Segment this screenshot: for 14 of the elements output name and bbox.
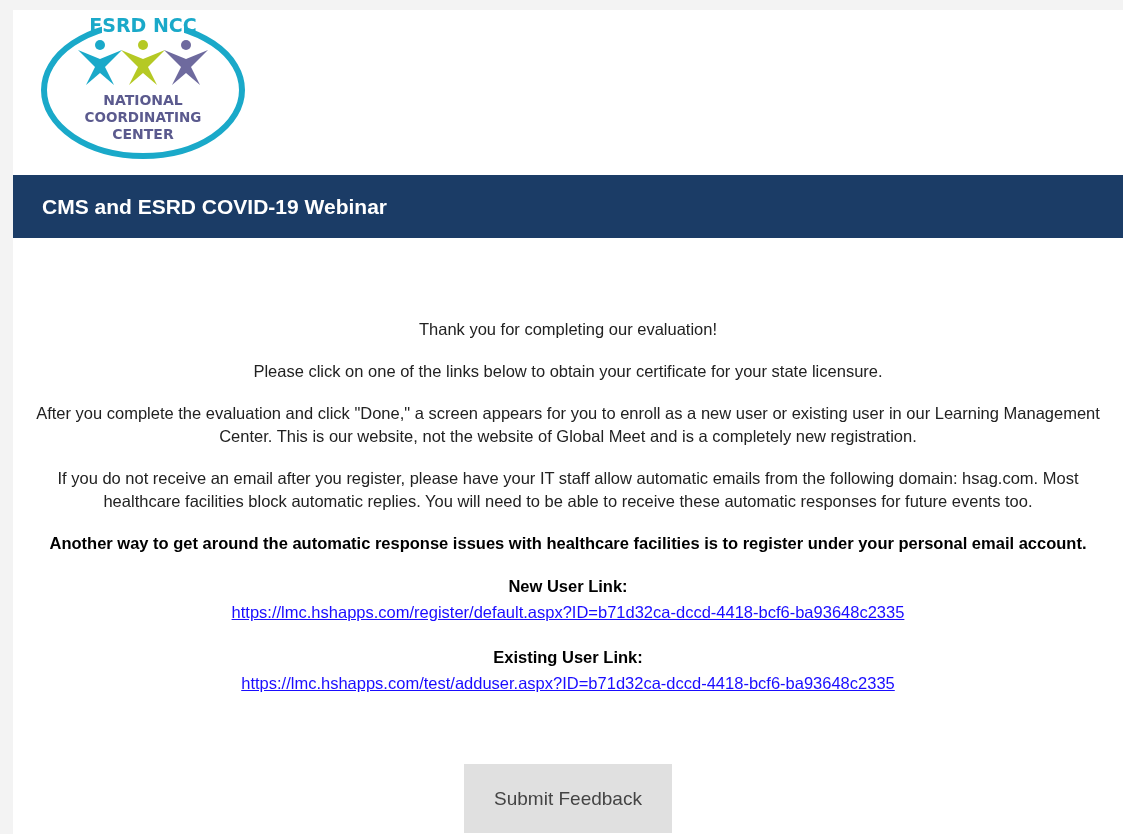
link-label: New User Link: xyxy=(508,576,628,597)
submit-button[interactable]: Submit Feedback xyxy=(464,764,672,833)
paragraph: If you do not receive an email after you register, please have your IT staff allow automatic emails from the following domain: hsag.com. Most healthcare facilities block automatic replies. You will need to be able to receive these automatic responses for future events too. xyxy=(56,468,1080,512)
link[interactable]: https://lmc.hshapps.com/register/default.aspx?ID=b71d32ca-dccd-4418-bcf6-ba93648c2335 xyxy=(231,598,905,626)
paragraph: Another way to get around the automatic response issues with healthcare facilities is to register under your personal email account. xyxy=(49,533,1087,554)
paragraph: Thank you for completing our evaluation! xyxy=(418,319,718,340)
page-title: CMS and ESRD COVID-19 Webinar xyxy=(42,194,387,219)
link[interactable]: https://lmc.hshapps.com/test/adduser.aspx?ID=b71d32ca-dccd-4418-bcf6-ba93648c2335 xyxy=(241,669,895,697)
logo-text: CENTER xyxy=(112,126,174,142)
link-label: Existing User Link: xyxy=(493,647,643,668)
logo-text: COORDINATING xyxy=(84,109,202,125)
paragraph: Please click on one of the links below to obtain your certificate for your state licensure. xyxy=(253,361,883,382)
logo-text: NATIONAL xyxy=(103,92,183,108)
paragraph: After you complete the evaluation and click "Done," a screen appears for you to enroll as a new user or existing user in our Learning Management Center. This is our website, not the website of Global Meet and is a completely new registration. xyxy=(35,403,1101,447)
